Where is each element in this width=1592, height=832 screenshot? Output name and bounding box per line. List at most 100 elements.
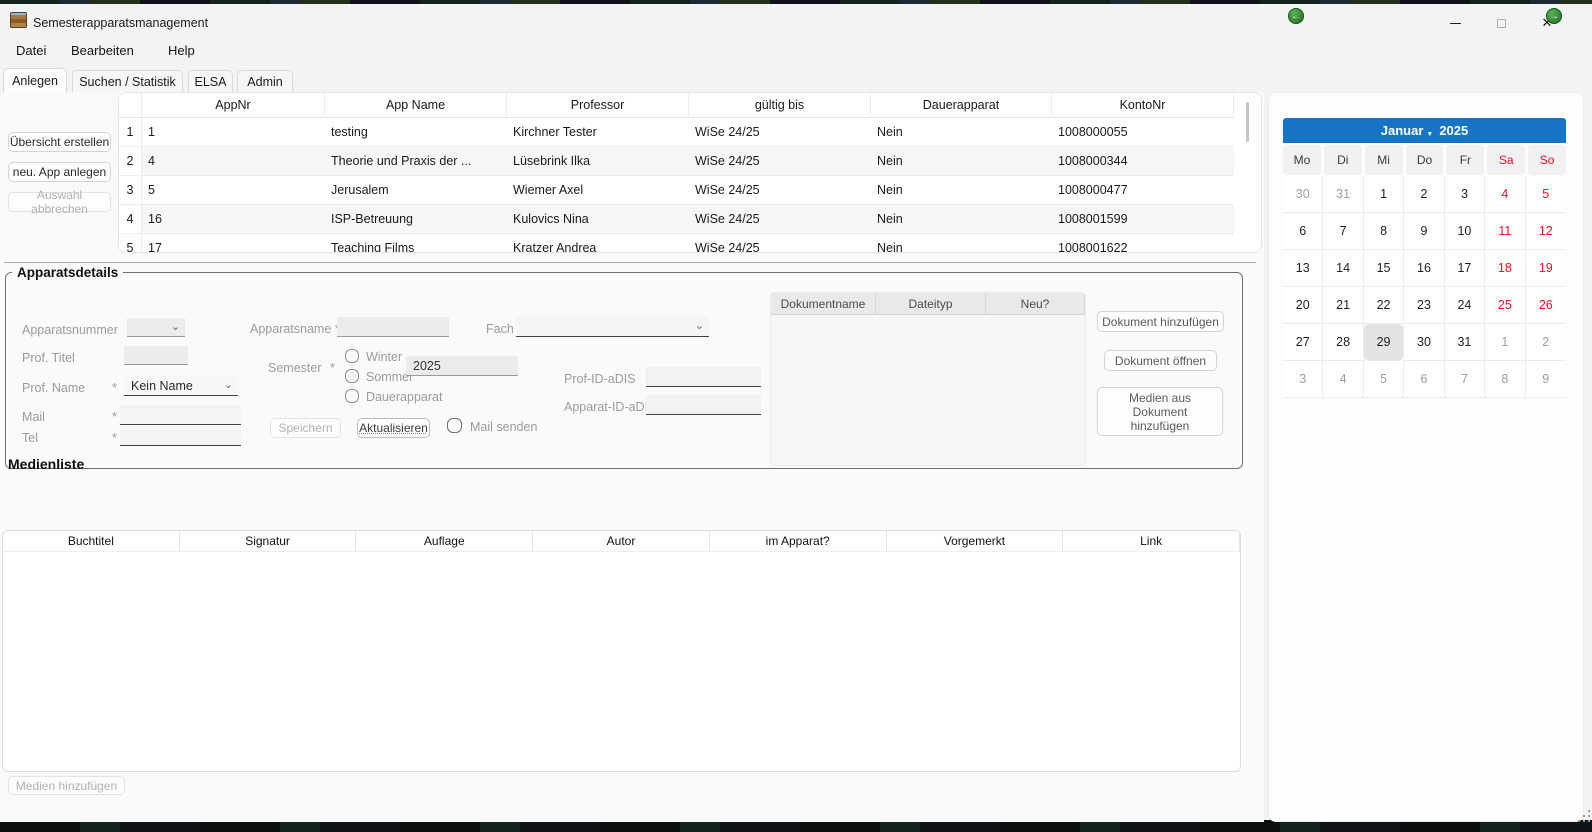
calendar-day[interactable]: 8	[1485, 361, 1525, 398]
mail-senden-checkbox[interactable]	[447, 418, 462, 433]
calendar-day[interactable]: 3	[1445, 176, 1485, 213]
medien-column-header[interactable]: Autor	[533, 531, 710, 552]
calendar-day[interactable]: 26	[1526, 287, 1566, 324]
calendar-day[interactable]: 31	[1323, 176, 1363, 213]
sommer-radio[interactable]	[345, 369, 359, 383]
calendar-day[interactable]: 8	[1364, 213, 1404, 250]
maximize-button[interactable]	[1478, 8, 1524, 38]
tab-elsa[interactable]: ELSA	[188, 70, 233, 93]
prof-name-dropdown[interactable]: Kein Name⌄	[124, 376, 238, 396]
calendar-day[interactable]: 6	[1404, 361, 1444, 398]
minimize-button[interactable]	[1432, 8, 1478, 38]
semester-year-field[interactable]: 2025	[406, 356, 518, 376]
calendar-day[interactable]: 9	[1526, 361, 1566, 398]
tab-suchen-statistik[interactable]: Suchen / Statistik	[72, 70, 183, 93]
calendar-day[interactable]: 27	[1283, 324, 1323, 361]
calendar-day[interactable]: 7	[1323, 213, 1363, 250]
calendar-prev-month-button[interactable]: ←	[1288, 8, 1304, 24]
tab-admin[interactable]: Admin	[237, 70, 293, 93]
calendar-day[interactable]: 21	[1323, 287, 1363, 324]
column-header[interactable]: AppNr	[142, 93, 325, 118]
calendar-day[interactable]: 2	[1404, 176, 1444, 213]
calendar-day[interactable]: 30	[1404, 324, 1444, 361]
table-row[interactable]: 24Theorie und Praxis der ...Lüsebrink Il…	[119, 147, 1261, 176]
medien-column-header[interactable]: Link	[1063, 531, 1240, 552]
calendar-day[interactable]: 4	[1323, 361, 1363, 398]
winter-radio[interactable]	[345, 349, 359, 363]
calendar-day[interactable]: 1	[1364, 176, 1404, 213]
table-row[interactable]: 11testingKirchner TesterWiSe 24/25Nein10…	[119, 118, 1261, 147]
calendar-year[interactable]: 2025	[1439, 123, 1468, 138]
calendar-day[interactable]: 17	[1445, 250, 1485, 287]
calendar-day[interactable]: 4	[1485, 176, 1525, 213]
column-header[interactable]: KontoNr	[1052, 93, 1234, 118]
calendar-day[interactable]: 30	[1283, 176, 1323, 213]
calendar-day[interactable]: 19	[1526, 250, 1566, 287]
medien-column-header[interactable]: Buchtitel	[3, 531, 180, 552]
table-cell: Jerusalem	[325, 176, 507, 205]
calendar-day-selected[interactable]: 29	[1364, 324, 1404, 361]
prof-id-adis-field[interactable]	[646, 367, 761, 387]
medien-column-header[interactable]: im Apparat?	[710, 531, 887, 552]
table-row[interactable]: 35JerusalemWiemer AxelWiSe 24/25Nein1008…	[119, 176, 1261, 205]
calendar-next-month-button[interactable]: →	[1546, 8, 1562, 24]
calendar-month[interactable]: Januar	[1381, 123, 1424, 138]
table-cell: Nein	[871, 118, 1052, 147]
neu-app-anlegen-button[interactable]: neu. App anlegen	[8, 162, 111, 182]
column-header[interactable]: Professor	[507, 93, 689, 118]
calendar-day[interactable]: 6	[1283, 213, 1323, 250]
apparat-id-adis-field[interactable]	[646, 395, 761, 415]
calendar-day[interactable]: 22	[1364, 287, 1404, 324]
doc-column-header[interactable]: Dokumentname	[771, 293, 876, 315]
medien-column-header[interactable]: Auflage	[356, 531, 533, 552]
calendar-day[interactable]: 5	[1364, 361, 1404, 398]
table-scrollbar[interactable]	[1246, 102, 1249, 142]
calendar-day[interactable]: 14	[1323, 250, 1363, 287]
resize-grip[interactable]	[1576, 810, 1590, 823]
menu-datei[interactable]: Datei	[16, 43, 46, 58]
calendar-day[interactable]: 11	[1485, 213, 1525, 250]
calendar-day[interactable]: 23	[1404, 287, 1444, 324]
menu-help[interactable]: Help	[168, 43, 195, 58]
mail-field[interactable]	[120, 405, 241, 425]
table-row[interactable]: 517Teaching FilmsKratzer AndreaWiSe 24/2…	[119, 234, 1261, 253]
calendar-day[interactable]: 2	[1526, 324, 1566, 361]
calendar-day[interactable]: 18	[1485, 250, 1525, 287]
calendar-day[interactable]: 24	[1445, 287, 1485, 324]
calendar-day[interactable]: 12	[1526, 213, 1566, 250]
calendar-day[interactable]: 13	[1283, 250, 1323, 287]
aktualisieren-button[interactable]: Aktualisieren	[357, 418, 430, 438]
doc-column-header[interactable]: Dateityp	[876, 293, 986, 315]
doc-column-header[interactable]: Neu?	[986, 293, 1085, 315]
tab-anlegen[interactable]: Anlegen	[3, 68, 67, 93]
calendar-day[interactable]: 7	[1445, 361, 1485, 398]
calendar-day[interactable]: 5	[1526, 176, 1566, 213]
calendar-day[interactable]: 3	[1283, 361, 1323, 398]
column-header[interactable]: App Name	[325, 93, 507, 118]
tel-field[interactable]	[120, 426, 241, 446]
uebersicht-erstellen-button[interactable]: Übersicht erstellen	[8, 132, 111, 152]
calendar-month-year[interactable]: Januar▼ 2025	[1381, 123, 1469, 138]
title-bar[interactable]: Semesterapparatsmanagement ✕	[0, 8, 1592, 38]
calendar-day[interactable]: 10	[1445, 213, 1485, 250]
apparatsnummer-combobox[interactable]: ⌄	[127, 318, 185, 337]
calendar-day[interactable]: 20	[1283, 287, 1323, 324]
fach-dropdown[interactable]: ⌄	[516, 317, 709, 337]
calendar-day[interactable]: 1	[1485, 324, 1525, 361]
calendar-day[interactable]: 31	[1445, 324, 1485, 361]
medien-column-header[interactable]: Vorgemerkt	[887, 531, 1064, 552]
calendar-day[interactable]: 28	[1323, 324, 1363, 361]
medien-column-header[interactable]: Signatur	[180, 531, 357, 552]
menu-bearbeiten[interactable]: Bearbeiten	[71, 43, 134, 58]
dokument-hinzufuegen-button[interactable]: Dokument hinzufügen	[1097, 311, 1224, 332]
calendar-day[interactable]: 25	[1485, 287, 1525, 324]
calendar-day[interactable]: 9	[1404, 213, 1444, 250]
calendar-day[interactable]: 16	[1404, 250, 1444, 287]
column-header[interactable]: Dauerapparat	[871, 93, 1052, 118]
column-header[interactable]: gültig bis	[689, 93, 871, 118]
calendar-day[interactable]: 15	[1364, 250, 1404, 287]
dauerapparat-radio[interactable]	[345, 389, 359, 403]
medien-aus-dokument-button[interactable]: Medien aus Dokument hinzufügen	[1097, 387, 1223, 436]
dokument-oeffnen-button[interactable]: Dokument öffnen	[1104, 350, 1217, 371]
table-row[interactable]: 416ISP-BetreuungKulovics NinaWiSe 24/25N…	[119, 205, 1261, 234]
